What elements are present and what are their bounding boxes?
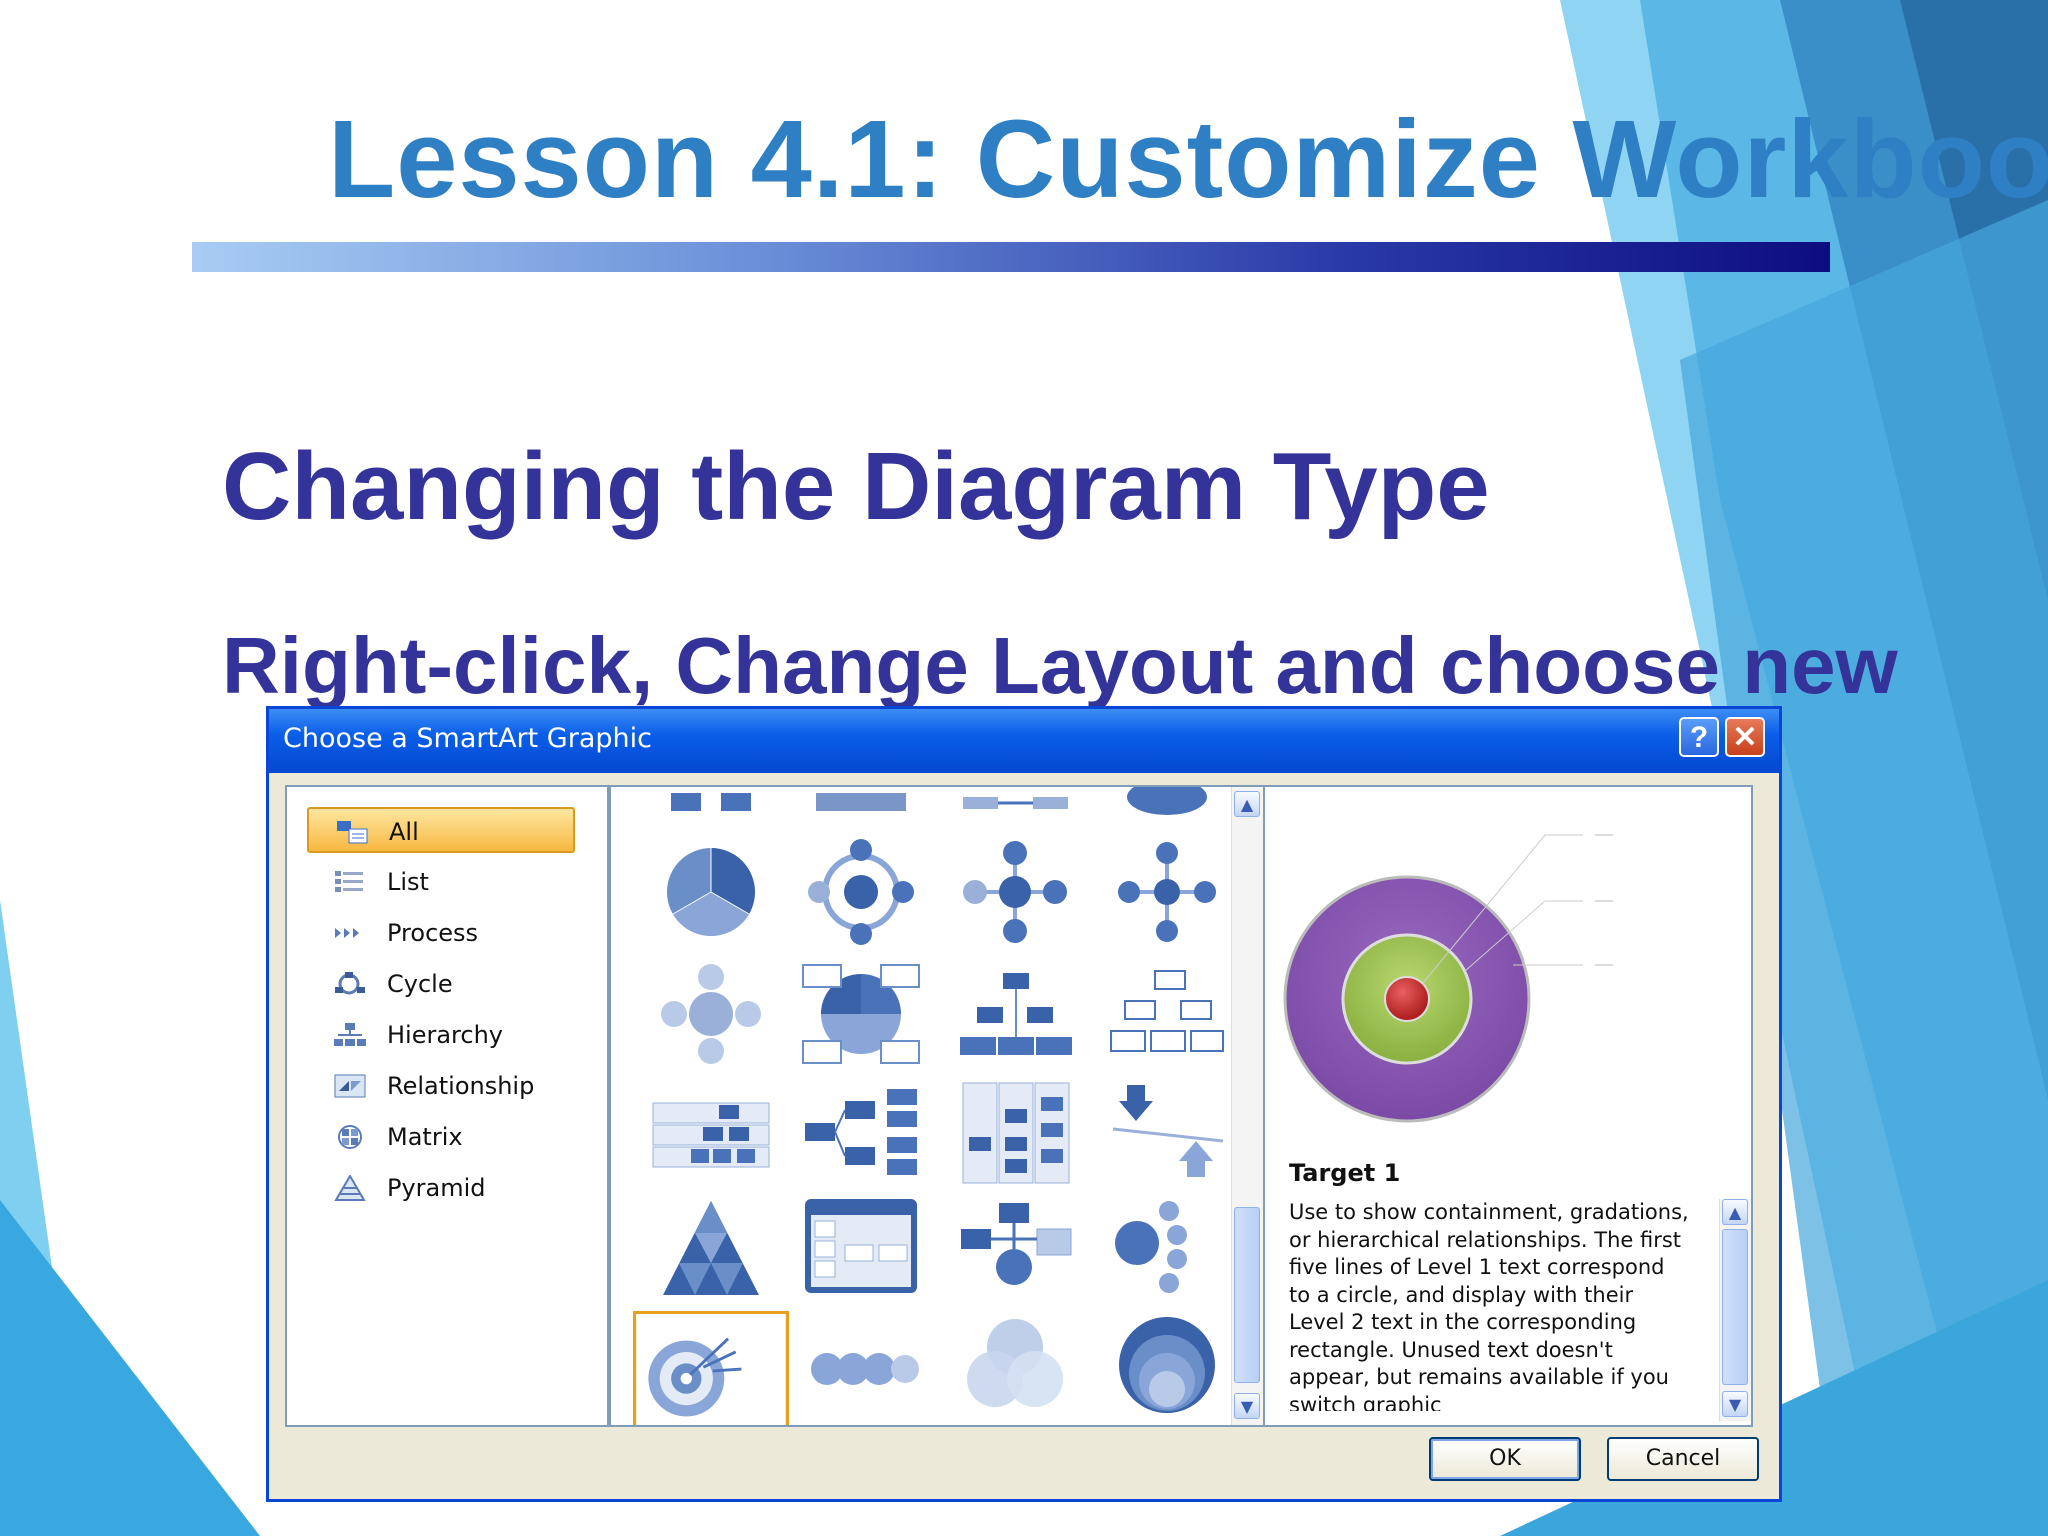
category-cycle[interactable]: Cycle <box>307 961 575 1007</box>
layout-thumbnail[interactable] <box>801 959 921 1069</box>
layout-thumbnail[interactable] <box>651 837 771 947</box>
layout-thumbnail[interactable] <box>801 1077 921 1187</box>
category-label: Matrix <box>387 1123 463 1151</box>
ok-button[interactable]: OK <box>1429 1437 1581 1481</box>
category-label: Process <box>387 919 479 947</box>
layout-thumbnail[interactable] <box>801 837 921 947</box>
layout-thumbnail[interactable] <box>651 1077 771 1187</box>
layout-thumbnail[interactable] <box>1107 1195 1227 1305</box>
category-label: Relationship <box>387 1072 535 1100</box>
smartart-dialog: Choose a SmartArt Graphic ? ✕ All List P… <box>266 706 1782 1502</box>
layout-thumbnail[interactable] <box>955 1195 1075 1305</box>
all-icon <box>337 821 368 844</box>
category-pyramid[interactable]: Pyramid <box>307 1165 575 1211</box>
preview-pane: Target 1 Use to show containment, gradat… <box>1263 785 1753 1427</box>
layout-thumbnail[interactable] <box>1107 1311 1227 1421</box>
layout-thumbnail[interactable] <box>955 959 1075 1069</box>
process-icon <box>335 928 359 938</box>
category-list-item[interactable]: List <box>307 859 575 905</box>
layout-thumbnail[interactable] <box>1107 1077 1227 1187</box>
category-label: All <box>389 818 419 846</box>
gallery-scroll-thumb[interactable] <box>1234 1207 1260 1383</box>
preview-title: Target 1 <box>1289 1159 1401 1187</box>
relationship-icon <box>334 1074 366 1098</box>
dialog-titlebar[interactable]: Choose a SmartArt Graphic ? ✕ <box>269 709 1779 773</box>
target-preview-image <box>1283 834 1613 1123</box>
cancel-button[interactable]: Cancel <box>1607 1437 1759 1481</box>
layout-thumbnail[interactable] <box>955 837 1075 947</box>
matrix-icon <box>338 1125 362 1149</box>
scroll-up-icon[interactable]: ▲ <box>1722 1199 1748 1225</box>
description-scroll-thumb[interactable] <box>1722 1229 1748 1385</box>
layout-thumbnail[interactable] <box>801 1195 921 1305</box>
gallery-scrollbar[interactable]: ▲ ▼ <box>1231 787 1263 1425</box>
hierarchy-icon <box>334 1023 366 1046</box>
category-matrix[interactable]: Matrix <box>307 1114 575 1160</box>
category-process[interactable]: Process <box>307 910 575 956</box>
layout-thumbnail[interactable] <box>955 1077 1075 1187</box>
layout-thumbnail[interactable] <box>651 1195 771 1305</box>
slide-title: Lesson 4.1: Customize Workbook <box>328 98 2048 221</box>
close-button[interactable]: ✕ <box>1725 717 1765 757</box>
category-all[interactable]: All <box>307 807 575 853</box>
category-relationship[interactable]: Relationship <box>307 1063 575 1109</box>
gallery-grid <box>611 787 1231 1425</box>
layout-thumbnail[interactable] <box>1107 837 1227 947</box>
scroll-down-icon[interactable]: ▼ <box>1234 1393 1260 1419</box>
category-label: Cycle <box>387 970 453 998</box>
preview-description: Use to show containment, gradations, or … <box>1289 1200 1689 1411</box>
category-label: Hierarchy <box>387 1021 504 1049</box>
category-label: Pyramid <box>387 1174 486 1202</box>
list-icon <box>335 871 363 892</box>
help-button[interactable]: ? <box>1679 717 1719 757</box>
layout-gallery: ▲ ▼ <box>609 785 1263 1427</box>
category-list: All List Process Cycle Hierarchy Relatio… <box>285 785 609 1427</box>
title-underline <box>192 242 1830 272</box>
slide-heading: Changing the Diagram Type <box>222 433 1490 540</box>
cycle-icon <box>335 972 365 995</box>
layout-thumbnail[interactable] <box>651 959 771 1069</box>
layout-thumbnail[interactable] <box>1107 959 1227 1069</box>
description-scrollbar[interactable]: ▲ ▼ <box>1719 1199 1751 1421</box>
dialog-title: Choose a SmartArt Graphic <box>283 723 652 754</box>
scroll-down-icon[interactable]: ▼ <box>1722 1391 1748 1417</box>
layout-thumbnail-selected[interactable] <box>633 1311 789 1425</box>
layout-thumbnail[interactable] <box>955 1311 1075 1421</box>
slide-subheading: Right-click, Change Layout and choose ne… <box>222 621 1898 710</box>
layout-thumbnail[interactable] <box>801 1311 921 1421</box>
pyramid-icon <box>334 1175 366 1201</box>
category-label: List <box>387 868 429 896</box>
category-hierarchy[interactable]: Hierarchy <box>307 1012 575 1058</box>
scroll-up-icon[interactable]: ▲ <box>1234 791 1260 817</box>
